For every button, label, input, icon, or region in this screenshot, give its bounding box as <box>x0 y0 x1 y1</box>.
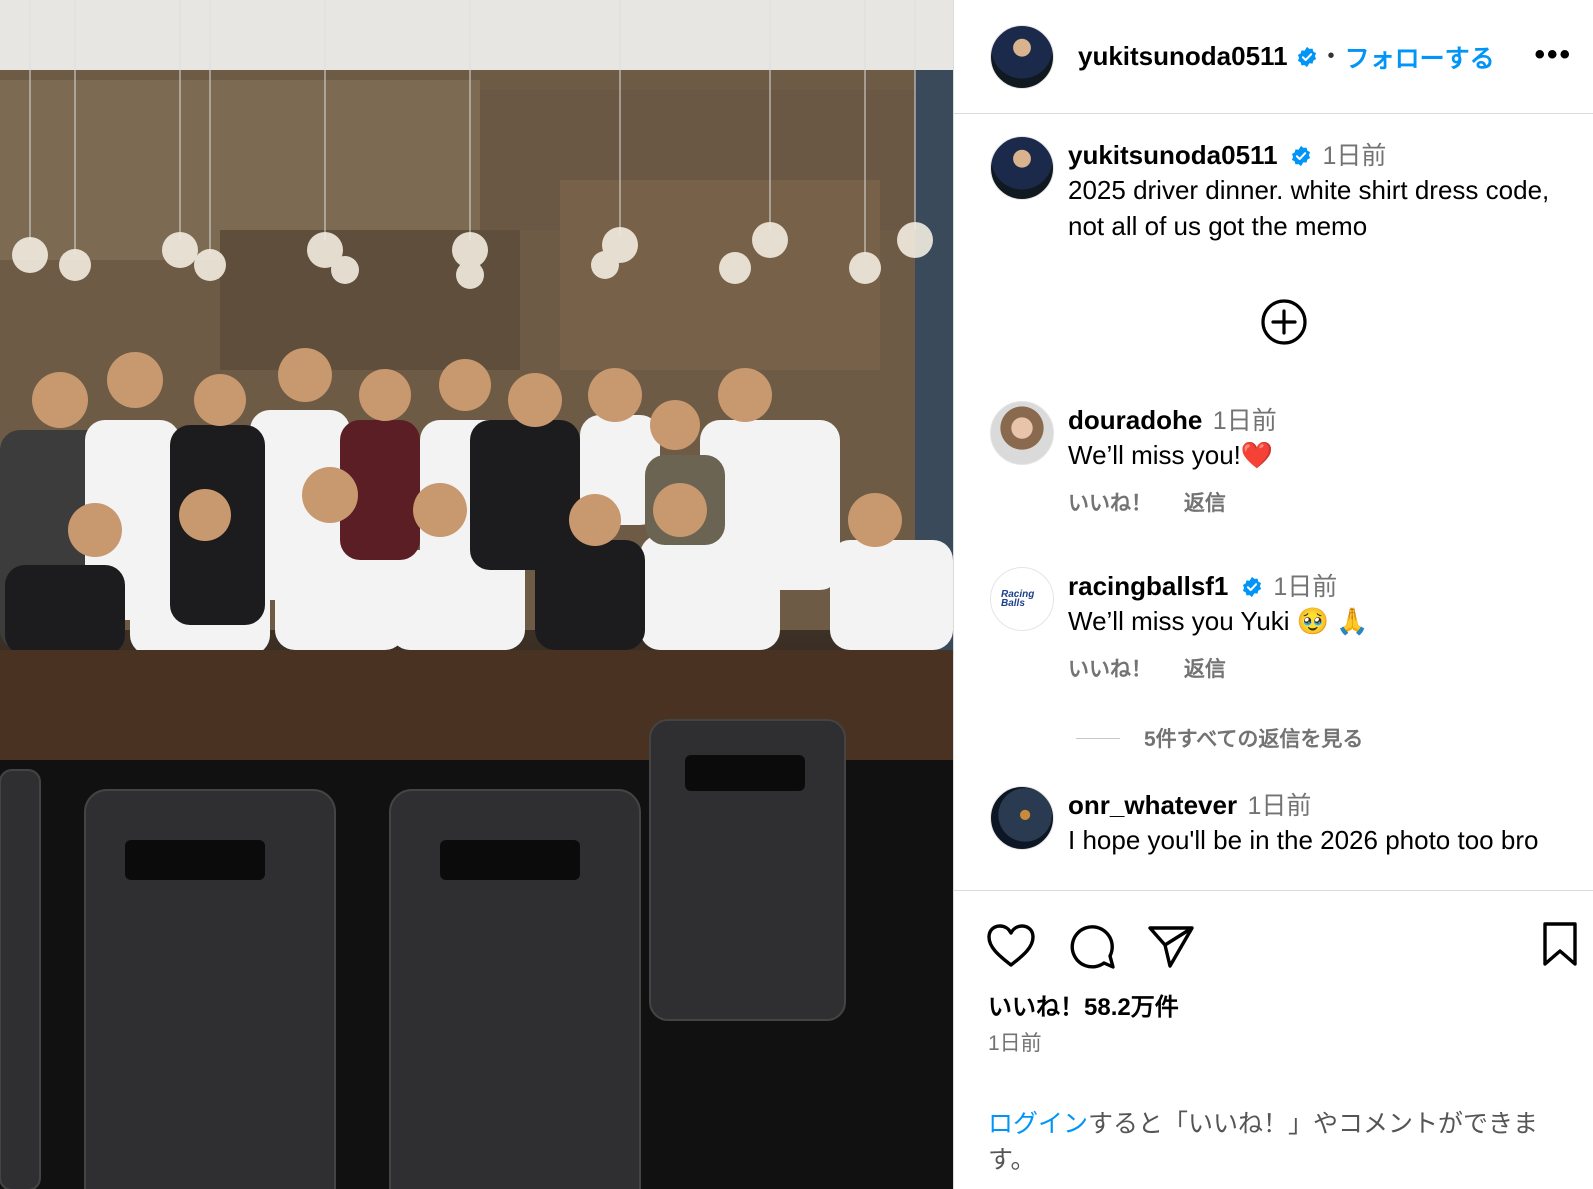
verified-badge-icon <box>1291 145 1311 167</box>
caption-text: 2025 driver dinner. white shirt dress co… <box>1068 175 1550 241</box>
racing-balls-logo: Racing Balls <box>1001 589 1035 609</box>
comment-time: 1日前 <box>1273 573 1338 601</box>
comment-username[interactable]: racingballsf1 <box>1068 571 1228 601</box>
verified-badge-icon <box>1242 576 1261 598</box>
post-footer: いいね！58.2万件 1日前 ログインすると「いいね！」やコメントができます。 <box>954 890 1593 1189</box>
comment-username[interactable]: douradohe <box>1068 405 1202 435</box>
commenter-avatar[interactable] <box>990 401 1054 465</box>
author-username[interactable]: yukitsunoda0511 <box>1078 41 1288 72</box>
comment-icon[interactable] <box>1068 923 1116 971</box>
comment-time: 1日前 <box>1212 407 1277 435</box>
comment-like-button[interactable]: いいね！ <box>1068 492 1152 515</box>
commenter-avatar[interactable] <box>990 786 1054 850</box>
post-header: yukitsunoda0511 • フォローする ••• <box>954 0 1593 114</box>
comment-like-button[interactable]: いいね！ <box>1068 658 1152 681</box>
bookmark-icon[interactable] <box>1542 921 1578 967</box>
view-all-replies-button[interactable]: 5件すべての返信を見る <box>1076 723 1363 753</box>
share-icon[interactable] <box>1146 923 1196 969</box>
comments-section[interactable]: yukitsunoda0511 1日前 2025 driver dinner. … <box>954 114 1593 890</box>
post-photo[interactable] <box>0 0 953 1189</box>
commenter-avatar[interactable]: Racing Balls <box>990 567 1054 631</box>
verified-badge-icon <box>1297 46 1316 67</box>
like-count[interactable]: いいね！58.2万件 <box>988 987 1179 1022</box>
caption-author-avatar[interactable] <box>990 136 1054 200</box>
dinner-group-photo <box>0 0 953 1189</box>
login-prompt: ログインすると「いいね！」やコメントができます。 <box>988 1106 1578 1178</box>
more-icon[interactable]: ••• <box>1534 38 1572 72</box>
comment-time: 1日前 <box>1247 792 1312 820</box>
caption: yukitsunoda0511 1日前 2025 driver dinner. … <box>990 136 1578 244</box>
post-side-panel: yukitsunoda0511 • フォローする ••• yukitsunoda… <box>953 0 1593 1189</box>
comment-item: onr_whatever 1日前 I hope you'll be in the… <box>990 786 1578 858</box>
heart-icon[interactable] <box>986 923 1036 969</box>
replies-divider <box>1076 737 1120 739</box>
login-link[interactable]: ログイン <box>988 1110 1088 1138</box>
view-replies-label: 5件すべての返信を見る <box>1144 728 1364 751</box>
caption-time: 1日前 <box>1322 142 1387 170</box>
caption-username[interactable]: yukitsunoda0511 <box>1068 140 1278 170</box>
comment-text: I hope you'll be in the 2026 photo too b… <box>1068 825 1539 855</box>
follow-button[interactable]: フォローする <box>1345 39 1495 75</box>
comment-text: We’ll miss you!❤️ <box>1068 440 1274 470</box>
comment-item: Racing Balls racingballsf1 1日前 We’ll mis… <box>990 567 1578 683</box>
header-separator: • <box>1327 45 1335 67</box>
comment-reply-button[interactable]: 返信 <box>1184 658 1226 681</box>
comment-text: We’ll miss you Yuki 🥹 🙏 <box>1068 606 1369 636</box>
post-date: 1日前 <box>988 1032 1042 1055</box>
add-circle-icon[interactable] <box>1260 298 1308 346</box>
author-avatar[interactable] <box>990 24 1054 89</box>
comment-item: douradohe 1日前 We’ll miss you!❤️ いいね！ 返信 <box>990 401 1578 517</box>
comment-reply-button[interactable]: 返信 <box>1184 492 1226 515</box>
comment-username[interactable]: onr_whatever <box>1068 790 1237 820</box>
